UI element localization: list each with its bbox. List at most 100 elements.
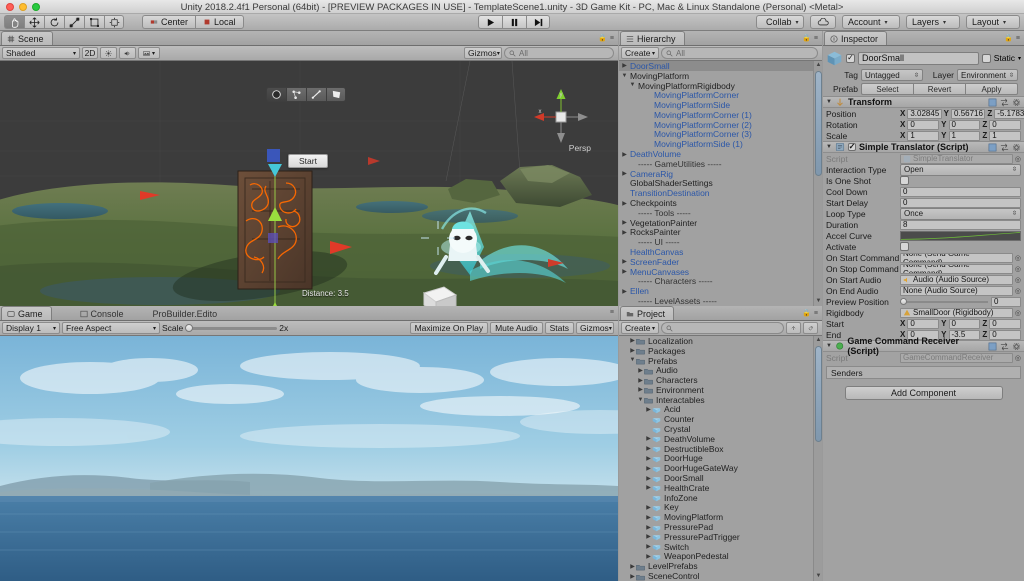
- layers-button[interactable]: Layers ▾: [906, 15, 960, 29]
- hierarchy-item-movingplatformcorner-3[interactable]: MovingPlatformCorner (3): [619, 129, 822, 139]
- project-item-doorhugegateway[interactable]: ▶ DoorHugeGateWay: [619, 463, 822, 473]
- hierarchy-item-rockspainter[interactable]: ▶ RocksPainter: [619, 227, 822, 237]
- project-filter-label-icon[interactable]: [803, 322, 818, 334]
- edge-mode-icon[interactable]: [306, 87, 326, 102]
- st-on-stop-command-objectfield[interactable]: None (Send Game Command) ◎: [900, 263, 1021, 274]
- hierarchy-item-gameutilities[interactable]: ----- GameUtilities -----: [619, 159, 822, 169]
- scene-2d-toggle[interactable]: 2D: [82, 47, 98, 59]
- scene-axis-gizmo[interactable]: y x: [532, 87, 590, 149]
- st-on-end-audio-value[interactable]: None (Audio Source): [900, 285, 1013, 296]
- st-on-stop-command-value[interactable]: None (Send Game Command): [900, 263, 1013, 274]
- hierarchy-item-vegetationpainter[interactable]: ▶ VegetationPainter: [619, 218, 822, 228]
- project-scroll-thumb[interactable]: [815, 346, 822, 442]
- panel-menu-icon[interactable]: ≡: [814, 310, 818, 317]
- st-start-y-field[interactable]: 0: [948, 318, 981, 329]
- foldout-closed-icon[interactable]: ▶: [645, 504, 652, 511]
- hierarchy-item-movingplatformside[interactable]: MovingPlatformSide: [619, 100, 822, 110]
- st-start-delay-field[interactable]: 0: [900, 197, 1021, 208]
- foldout-closed-icon[interactable]: ▶: [621, 62, 628, 69]
- gear-icon[interactable]: [1012, 98, 1021, 107]
- step-button[interactable]: [526, 15, 550, 29]
- pivot-mode-button[interactable]: Center: [142, 15, 196, 29]
- book-help-icon[interactable]: [988, 143, 997, 152]
- project-item-movingplatform[interactable]: ▶ MovingPlatform: [619, 512, 822, 522]
- cloud-services-button[interactable]: [810, 15, 836, 29]
- rect-tool-icon[interactable]: [84, 15, 104, 29]
- project-item-characters[interactable]: ▶ Characters: [619, 375, 822, 385]
- hierarchy-item-camerarig[interactable]: ▶ CameraRig: [619, 169, 822, 179]
- panel-menu-icon[interactable]: ≡: [814, 35, 818, 42]
- hand-tool-icon[interactable]: [4, 15, 24, 29]
- tag-dropdown[interactable]: Untagged ⇳: [861, 69, 923, 81]
- foldout-closed-icon[interactable]: ▶: [621, 170, 628, 177]
- game-scale-slider[interactable]: Scale 2x: [162, 323, 288, 333]
- playback-controls[interactable]: [478, 15, 550, 29]
- gameobject-active-checkbox[interactable]: [846, 53, 855, 63]
- scene-overlay-toolbar[interactable]: [266, 87, 346, 102]
- layer-dropdown[interactable]: Environment ⇳: [957, 69, 1018, 81]
- transform-scale-y-field[interactable]: 1: [948, 130, 981, 141]
- gameobject-name-field[interactable]: DoorSmall: [858, 51, 979, 65]
- st-interaction-type-dropdown[interactable]: Open ⇳: [900, 163, 1021, 176]
- project-item-deathvolume[interactable]: ▶ DeathVolume: [619, 434, 822, 444]
- hierarchy-create-dropdown[interactable]: Create ▾: [621, 47, 659, 59]
- project-item-doorhuge[interactable]: ▶ DoorHuge: [619, 453, 822, 463]
- st-end-z-field[interactable]: 0: [989, 329, 1022, 340]
- game-mute-audio-button[interactable]: Mute Audio: [490, 322, 543, 334]
- project-item-doorsmall[interactable]: ▶ DoorSmall: [619, 473, 822, 483]
- foldout-closed-icon[interactable]: ▶: [645, 553, 652, 560]
- hierarchy-item-movingplatformcorner[interactable]: MovingPlatformCorner: [619, 90, 822, 100]
- project-item-destructiblebox[interactable]: ▶ DestructibleBox: [619, 444, 822, 454]
- vertex-mode-icon[interactable]: [286, 87, 306, 102]
- tab-inspector[interactable]: Inspector: [824, 31, 888, 45]
- panel-menu-icon[interactable]: ≡: [1016, 35, 1020, 42]
- st-start-z-field[interactable]: 0: [989, 318, 1022, 329]
- game-gizmos-dropdown[interactable]: Gizmos ▾: [576, 322, 614, 334]
- face-mode-icon[interactable]: [326, 87, 346, 102]
- project-item-switch[interactable]: ▶ Switch: [619, 542, 822, 552]
- lock-icon[interactable]: 🔒: [598, 34, 607, 42]
- st-start-x-field[interactable]: 0: [907, 318, 940, 329]
- foldout-closed-icon[interactable]: ▶: [645, 455, 652, 462]
- foldout-closed-icon[interactable]: ▶: [621, 268, 628, 275]
- project-scrollbar[interactable]: ▲ ▼: [813, 336, 822, 581]
- st-rigidbody-value[interactable]: SmallDoor (Rigidbody): [900, 307, 1013, 318]
- foldout-closed-icon[interactable]: ▶: [645, 445, 652, 452]
- project-item-key[interactable]: ▶ Key: [619, 502, 822, 512]
- foldout-closed-icon[interactable]: ▶: [629, 347, 636, 354]
- foldout-closed-icon[interactable]: ▶: [621, 219, 628, 226]
- preset-icon[interactable]: [1000, 98, 1009, 107]
- project-panel-menu[interactable]: 🔒 ≡: [802, 309, 818, 318]
- scroll-up-arrow-icon[interactable]: ▲: [815, 62, 822, 69]
- st-on-start-audio-objectfield[interactable]: Audio (Audio Source) ◎: [900, 274, 1021, 285]
- hierarchy-item-deathvolume[interactable]: ▶ DeathVolume: [619, 149, 822, 159]
- hierarchy-item-levelassets[interactable]: ----- LevelAssets -----: [619, 296, 822, 306]
- transform-rotation-x-field[interactable]: 0: [907, 119, 940, 130]
- transform-tool-icon[interactable]: [104, 15, 124, 29]
- foldout-open-icon[interactable]: ▼: [629, 82, 636, 88]
- component-header-icons[interactable]: [988, 98, 1021, 107]
- tab-probuilder-editor[interactable]: ProBuilder.Edito: [147, 306, 227, 320]
- project-item-localization[interactable]: ▶ Localization: [619, 336, 822, 346]
- scroll-up-arrow-icon[interactable]: ▲: [815, 337, 822, 344]
- project-item-packages[interactable]: ▶ Packages: [619, 346, 822, 356]
- hierarchy-item-movingplatformrigidbody[interactable]: ▼ MovingPlatformRigidbody: [619, 81, 822, 91]
- scroll-down-arrow-icon[interactable]: ▼: [815, 573, 822, 580]
- scene-search-input[interactable]: All: [504, 47, 614, 59]
- component-header-icons[interactable]: [988, 143, 1021, 152]
- project-item-environment[interactable]: ▶ Environment: [619, 385, 822, 395]
- foldout-closed-icon[interactable]: ▶: [645, 406, 652, 413]
- foldout-closed-icon[interactable]: ▶: [645, 533, 652, 540]
- hierarchy-item-ui[interactable]: ----- UI -----: [619, 237, 822, 247]
- foldout-closed-icon[interactable]: ▶: [629, 573, 636, 580]
- game-stats-button[interactable]: Stats: [544, 322, 574, 334]
- foldout-closed-icon[interactable]: ▶: [645, 465, 652, 472]
- object-picker-icon[interactable]: ◎: [1015, 155, 1021, 163]
- st-cool-down-field[interactable]: 0: [900, 186, 1021, 197]
- scene-gizmos-dropdown[interactable]: Gizmos ▾: [464, 47, 502, 59]
- st-script-objectfield[interactable]: SimpleTranslator ◎: [900, 153, 1021, 164]
- project-item-levelprefabs[interactable]: ▶ LevelPrefabs: [619, 561, 822, 571]
- hierarchy-scroll-thumb[interactable]: [815, 71, 822, 176]
- foldout-closed-icon[interactable]: ▶: [645, 524, 652, 531]
- st-loop-type-dropdown[interactable]: Once ⇳: [900, 207, 1021, 220]
